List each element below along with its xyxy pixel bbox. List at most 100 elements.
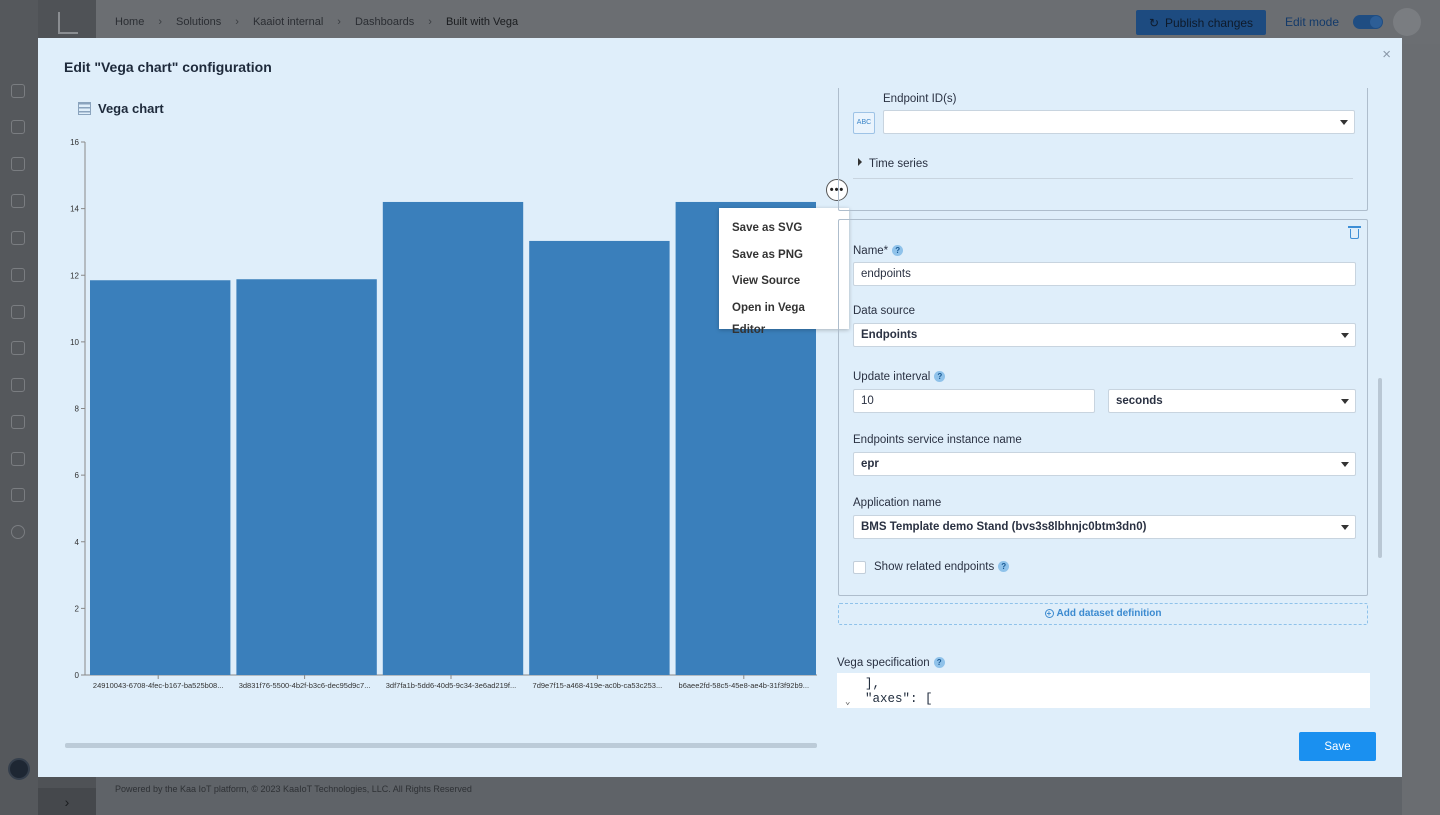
add-dataset-label: Add dataset definition xyxy=(1056,608,1162,619)
modal-title: Edit "Vega chart" configuration xyxy=(64,59,272,75)
add-dataset-button[interactable]: + Add dataset definition xyxy=(838,603,1368,625)
breadcrumb-home[interactable]: Home xyxy=(115,16,144,28)
fold-icon[interactable]: ⌄ xyxy=(845,695,850,708)
dataset-box-2: Name*? endpoints Data source Endpoints U… xyxy=(838,219,1368,596)
sidebar-expand-button[interactable]: › xyxy=(38,788,96,815)
y-tick-label: 2 xyxy=(75,604,80,613)
chart-bar xyxy=(236,279,377,675)
help-icon[interactable]: ? xyxy=(998,561,1010,572)
avatar[interactable] xyxy=(1393,8,1421,36)
trash-icon[interactable] xyxy=(1348,226,1361,239)
menu-item-save-png[interactable]: Save as PNG xyxy=(719,244,849,271)
vega-chart: 0 2 4 6 8 10 12 14 16 24910043-6708-4fec-b167-ba5… xyxy=(70,138,817,690)
menu-item-open-editor[interactable]: Open in Vega Editor xyxy=(719,297,849,336)
help-icon[interactable]: ? xyxy=(934,371,946,382)
dashboard-icon[interactable] xyxy=(11,84,25,98)
code-line: ], xyxy=(865,677,881,691)
building-icon[interactable] xyxy=(11,378,25,392)
help-icon[interactable]: ? xyxy=(892,245,904,256)
chart-bar xyxy=(529,240,670,676)
analytics-icon[interactable] xyxy=(11,194,25,208)
y-tick-label: 16 xyxy=(70,138,79,147)
caret-right-icon xyxy=(858,158,862,166)
chat-icon[interactable] xyxy=(8,758,30,780)
breadcrumb-solution[interactable]: Kaaiot internal xyxy=(253,16,323,28)
menu-item-view-source[interactable]: View Source xyxy=(719,270,849,297)
edit-mode-label: Edit mode xyxy=(1285,15,1340,29)
eps-instance-value: epr xyxy=(861,458,879,470)
data-source-label: Data source xyxy=(853,305,916,317)
chart-actions-menu: Save as SVG Save as PNG View Source Open… xyxy=(719,208,849,336)
folder-icon[interactable] xyxy=(11,415,25,429)
close-icon[interactable]: × xyxy=(1382,46,1391,63)
update-interval-input[interactable]: 10 xyxy=(853,389,1095,413)
widgets-icon[interactable] xyxy=(11,488,25,502)
publish-changes-button[interactable]: ↻ Publish changes xyxy=(1136,10,1266,35)
help-icon[interactable] xyxy=(11,525,25,539)
data-source-select[interactable]: Endpoints xyxy=(853,323,1356,347)
application-value: BMS Template demo Stand (bvs3s8lbhnjc0bt… xyxy=(861,521,1147,533)
link-icon[interactable] xyxy=(11,305,25,319)
x-tick-label: 24910043-6708-4fec-b167-ba525b08... xyxy=(93,681,224,690)
vega-spec-label-row: Vega specification? xyxy=(837,657,945,669)
background-content xyxy=(1402,44,1440,815)
code-icon[interactable] xyxy=(11,157,25,171)
bell-icon[interactable] xyxy=(11,268,25,282)
config-modal: Edit "Vega chart" configuration × 0 2 4 6 8 1… xyxy=(38,38,1402,777)
divider xyxy=(853,178,1353,179)
chevron-right-icon: › xyxy=(235,16,239,28)
chart-preview: 0 2 4 6 8 10 12 14 16 24910043-6708-4fec-b167-ba5… xyxy=(64,88,849,748)
application-label: Application name xyxy=(853,497,942,509)
update-interval-label: Update interval xyxy=(853,371,931,383)
user-icon[interactable] xyxy=(11,341,25,355)
data-source-value: Endpoints xyxy=(861,329,918,341)
caret-down-icon xyxy=(1340,120,1348,125)
chevron-right-icon: › xyxy=(337,16,341,28)
time-series-toggle[interactable]: Time series xyxy=(858,158,928,170)
chevron-right-icon: › xyxy=(158,16,163,28)
horizontal-scrollbar[interactable] xyxy=(65,743,817,748)
caret-down-icon xyxy=(1341,462,1349,467)
footer-text: Powered by the Kaa IoT platform, © 2023 … xyxy=(115,784,472,794)
name-label-row: Name*? xyxy=(853,245,904,257)
name-label: Name* xyxy=(853,245,889,257)
breadcrumb-dashboards[interactable]: Dashboards xyxy=(355,16,414,28)
menu-item-save-svg[interactable]: Save as SVG xyxy=(719,217,849,244)
update-interval-unit-select[interactable]: seconds xyxy=(1108,389,1356,413)
name-input[interactable]: endpoints xyxy=(853,262,1356,286)
trend-icon[interactable] xyxy=(11,231,25,245)
apps-grid-icon[interactable] xyxy=(11,120,25,134)
endpoint-ids-label: Endpoint ID(s) xyxy=(883,93,957,105)
application-select[interactable]: BMS Template demo Stand (bvs3s8lbhnjc0bt… xyxy=(853,515,1356,539)
y-tick-label: 0 xyxy=(75,671,80,680)
y-tick-label: 10 xyxy=(70,338,79,347)
chart-title: Vega chart xyxy=(98,101,164,116)
chart-header: Vega chart xyxy=(78,101,164,116)
x-tick-label: 7d9e7f15-a468-419e-ac0b-ca53c253... xyxy=(533,681,663,690)
chevron-right-icon: › xyxy=(428,16,432,28)
refresh-icon: ↻ xyxy=(1148,15,1159,30)
x-tick-label: 3d831f76-5500-4b2f-b3c6-dec95d9c7... xyxy=(239,681,371,690)
eps-instance-label: Endpoints service instance name xyxy=(853,434,1022,446)
update-interval-unit-value: seconds xyxy=(1116,395,1163,407)
app-logo xyxy=(58,12,78,34)
caret-down-icon xyxy=(1341,399,1349,404)
dataset-box-1: Endpoint ID(s) ABC Time series xyxy=(838,88,1368,211)
eps-instance-select[interactable]: epr xyxy=(853,452,1356,476)
show-related-label: Show related endpoints xyxy=(874,561,995,573)
vega-spec-editor[interactable]: ⌄], "axes": [ xyxy=(837,673,1370,708)
breadcrumb-current: Built with Vega xyxy=(445,16,519,28)
help-icon[interactable]: ? xyxy=(933,657,945,668)
publish-label: Publish changes xyxy=(1165,15,1254,30)
breadcrumb-solutions[interactable]: Solutions xyxy=(176,16,221,28)
plus-icon: + xyxy=(1044,609,1054,618)
vertical-scrollbar[interactable] xyxy=(1378,378,1382,558)
gear-icon[interactable] xyxy=(11,452,25,466)
caret-down-icon xyxy=(1341,525,1349,530)
vega-spec-label: Vega specification xyxy=(837,657,930,669)
edit-mode-toggle[interactable] xyxy=(1353,15,1383,29)
abc-icon: ABC xyxy=(853,112,875,134)
save-button[interactable]: Save xyxy=(1299,732,1376,761)
endpoint-ids-select[interactable] xyxy=(883,110,1355,134)
show-related-checkbox[interactable] xyxy=(853,561,866,574)
